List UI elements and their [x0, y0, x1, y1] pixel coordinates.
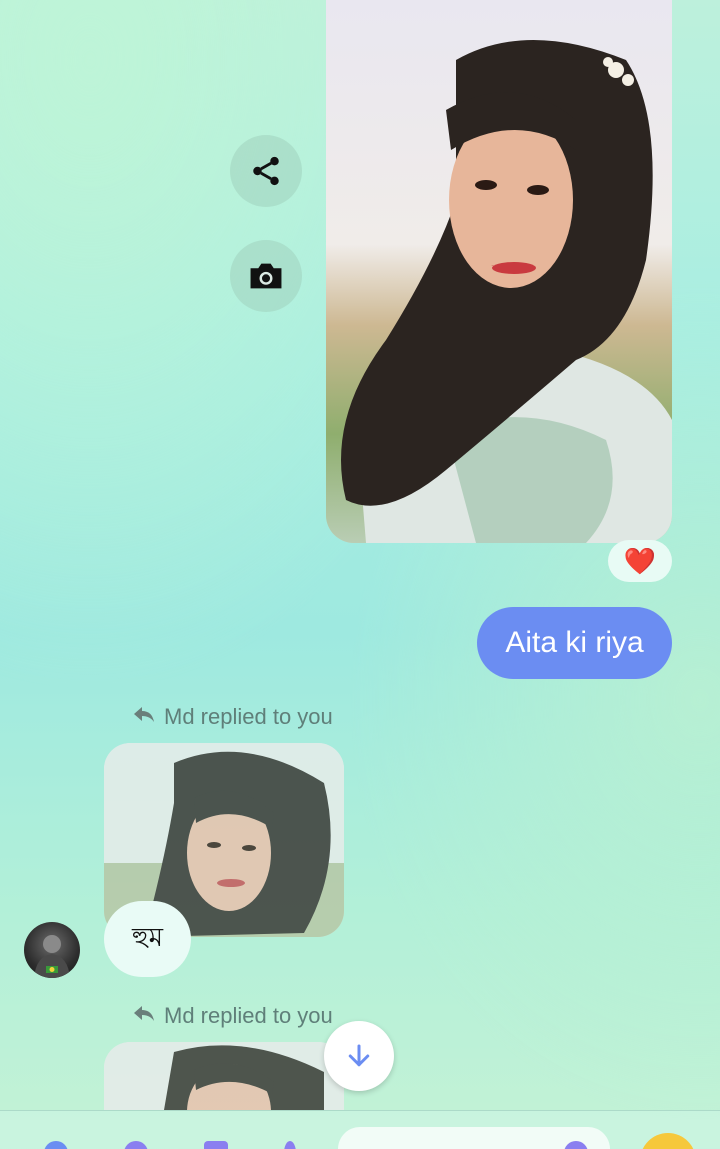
replied-photo[interactable] — [104, 1042, 344, 1110]
camera-icon — [250, 263, 282, 289]
reply-icon — [132, 1003, 156, 1029]
heart-reaction[interactable]: ❤️ — [608, 540, 672, 582]
reply-label-text: Md replied to you — [164, 704, 333, 729]
reply-label: Md replied to you — [132, 702, 333, 732]
incoming-message[interactable]: হুম — [104, 901, 191, 977]
camera-button[interactable] — [230, 240, 302, 312]
outgoing-message[interactable]: Aita ki riya — [477, 607, 672, 679]
outgoing-message-text: Aita ki riya — [505, 626, 644, 659]
scroll-to-bottom-button[interactable] — [324, 1021, 394, 1091]
composer-bar — [0, 1110, 720, 1149]
reply-icon — [132, 704, 156, 730]
reply-label-text: Md replied to you — [164, 1003, 333, 1028]
sender-avatar[interactable] — [24, 922, 80, 978]
incoming-message-text: হুম — [131, 923, 164, 953]
sent-photo[interactable] — [326, 0, 672, 543]
share-icon — [253, 156, 279, 186]
heart-emoji: ❤️ — [623, 545, 657, 576]
arrow-down-icon — [348, 1044, 370, 1067]
reply-label: Md replied to you — [132, 1001, 333, 1031]
emoji-button[interactable] — [640, 1133, 696, 1149]
share-button[interactable] — [230, 135, 302, 207]
